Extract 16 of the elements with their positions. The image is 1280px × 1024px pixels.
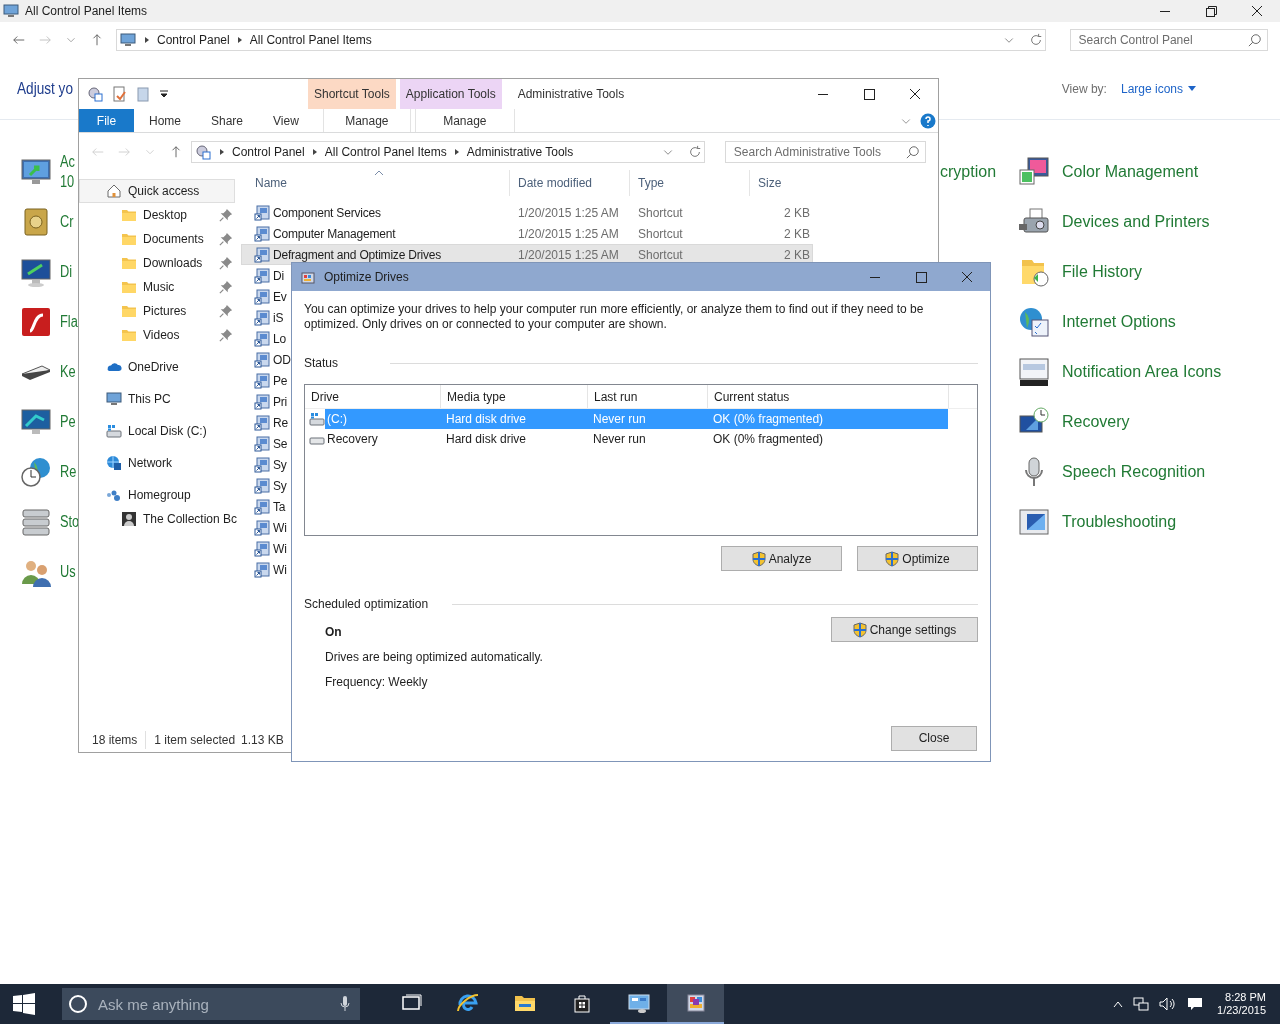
- page-heading: Adjust yo: [17, 78, 73, 99]
- selection-size: 1.13 KB: [241, 732, 284, 749]
- frequency-text: Frequency: Weekly: [325, 674, 429, 691]
- schedule-text: Drives are being optimized automatically.: [325, 649, 543, 666]
- context-tab-header: Application Tools: [399, 79, 502, 109]
- schedule-state: On: [325, 624, 343, 641]
- description-text: You can optimize your drives to help your computer run more efficiently, or analyze them to find out if they need to be optimized. Only drives on or connected to your computer are shown.: [304, 302, 925, 332]
- selection-status: 1 item selected: [154, 732, 236, 749]
- item-count: 18 items: [92, 732, 138, 749]
- section-label: Status: [304, 355, 339, 372]
- window-title: Optimize Drives: [324, 269, 409, 286]
- view-by-label: View by:: [1061, 80, 1107, 98]
- window-title: All Control Panel Items: [25, 3, 148, 20]
- window-title: Administrative Tools: [517, 86, 625, 103]
- section-label: Scheduled optimization: [304, 596, 429, 613]
- context-tab-header: Shortcut Tools: [308, 79, 396, 109]
